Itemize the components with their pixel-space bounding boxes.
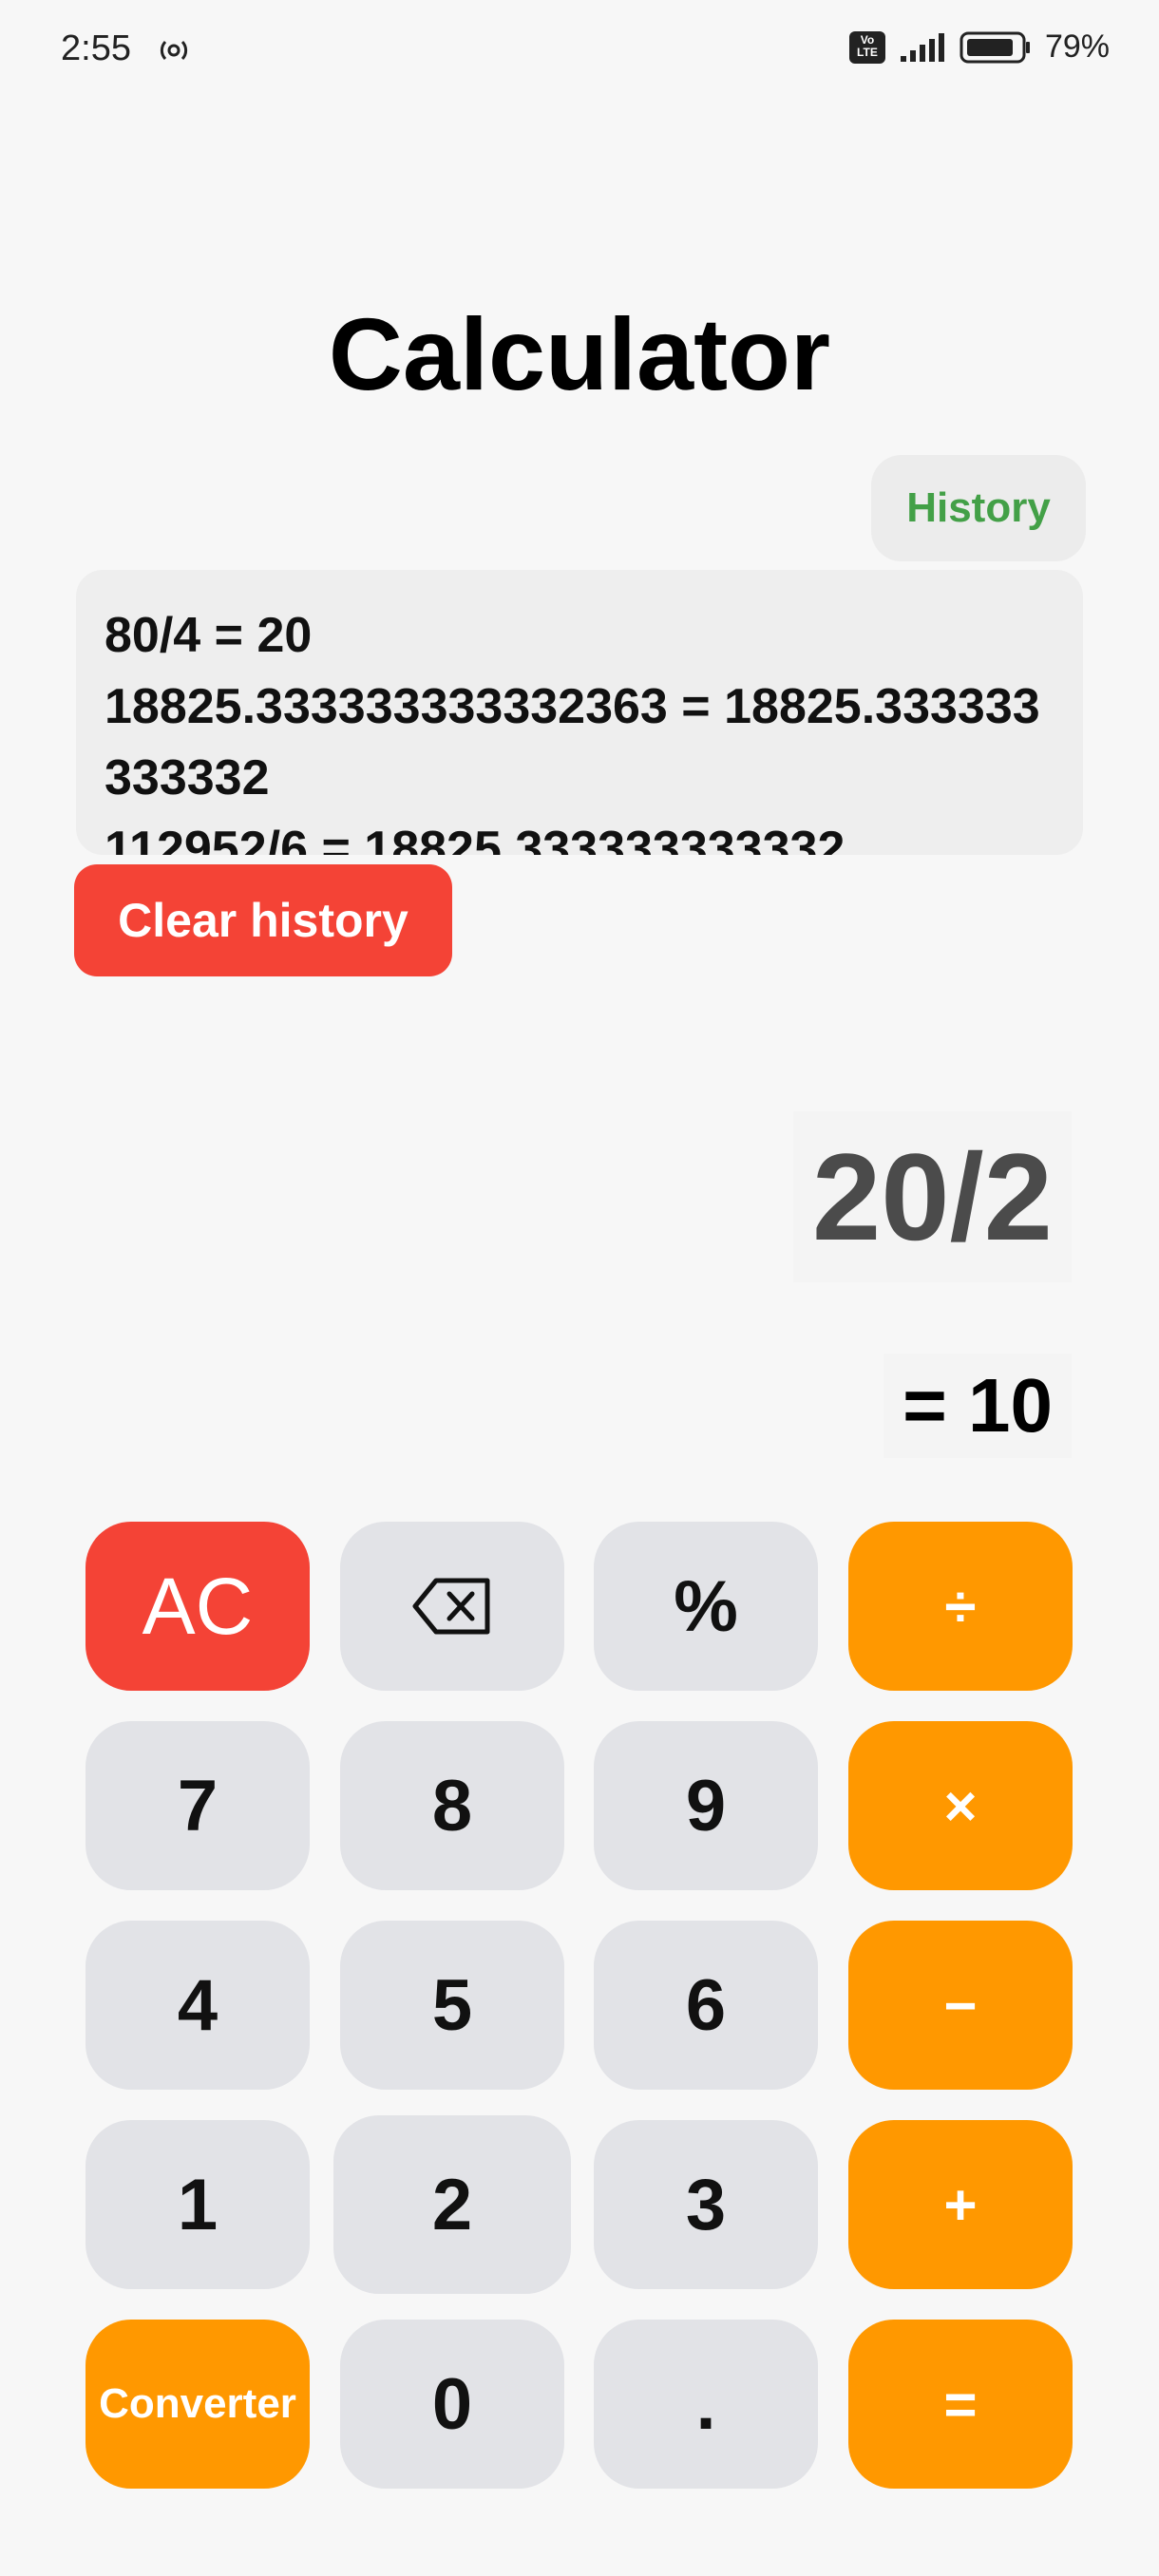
clear-history-button[interactable]: Clear history [74, 864, 452, 976]
history-panel[interactable]: 80/4 = 20 18825.333333333332363 = 18825.… [76, 570, 1083, 855]
percent-button[interactable]: % [594, 1522, 818, 1691]
status-icons: Vo LTE 79% [848, 28, 1110, 66]
keypad: AC % ÷ 7 8 9 × 4 5 6 − 1 2 3 + Converter… [86, 1522, 1074, 2491]
digit-9-button[interactable]: 9 [594, 1721, 818, 1890]
battery-icon [960, 31, 1030, 63]
multiply-button[interactable]: × [848, 1721, 1073, 1890]
signal-icon [900, 32, 944, 62]
status-bar: 2:55 Vo LTE 79% [0, 0, 1159, 104]
volte-icon: Vo LTE [848, 30, 885, 64]
digit-1-button[interactable]: 1 [86, 2120, 310, 2289]
digit-5-button[interactable]: 5 [340, 1921, 564, 2090]
hotspot-icon [160, 40, 188, 61]
converter-button[interactable]: Converter [86, 2320, 310, 2489]
backspace-button[interactable] [340, 1522, 564, 1691]
history-button[interactable]: History [871, 455, 1086, 561]
equals-button[interactable]: = [848, 2320, 1073, 2489]
add-button[interactable]: + [848, 2120, 1073, 2289]
page-title: Calculator [328, 296, 831, 411]
digit-4-button[interactable]: 4 [86, 1921, 310, 2090]
history-entry[interactable]: 80/4 = 20 [104, 600, 1056, 672]
backspace-icon [412, 1578, 490, 1635]
digit-3-button[interactable]: 3 [594, 2120, 818, 2289]
digit-2-button[interactable]: 2 [333, 2115, 571, 2294]
decimal-button[interactable]: . [594, 2320, 818, 2489]
all-clear-button[interactable]: AC [86, 1522, 310, 1691]
result-display: = 10 [884, 1354, 1072, 1458]
expression-display: 20/2 [792, 1111, 1072, 1282]
digit-8-button[interactable]: 8 [340, 1721, 564, 1890]
battery-percent: 79% [1044, 28, 1110, 65]
history-list: 80/4 = 20 18825.333333333332363 = 18825.… [76, 570, 1083, 855]
digit-7-button[interactable]: 7 [86, 1721, 310, 1890]
digit-6-button[interactable]: 6 [594, 1921, 818, 2090]
history-entry[interactable]: 112952/6 = 18825.333333333332 [104, 814, 1056, 855]
subtract-button[interactable]: − [848, 1921, 1073, 2090]
divide-button[interactable]: ÷ [848, 1522, 1073, 1691]
history-entry[interactable]: 18825.333333333332363 = 18825.3333333333… [104, 672, 1056, 814]
digit-0-button[interactable]: 0 [340, 2320, 564, 2489]
status-time: 2:55 [61, 28, 131, 68]
